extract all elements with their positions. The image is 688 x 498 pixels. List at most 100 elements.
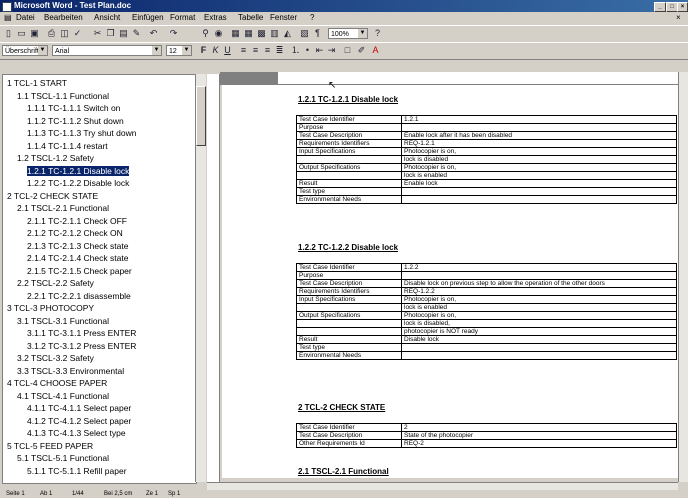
docmap-item[interactable]: 1.2.1 TC-1.2.1 Disable lock [27, 165, 130, 176]
table-cell-key[interactable]: Test Case Description [296, 431, 402, 440]
copy-icon[interactable]: ❐ [105, 28, 116, 39]
columns-icon[interactable]: ▥ [269, 28, 280, 39]
scroll-thumb[interactable] [196, 86, 206, 146]
table-cell-value[interactable]: Photocopier is on, [401, 163, 677, 172]
web-toolbar-icon[interactable]: ◉ [213, 28, 224, 39]
decrease-indent-icon[interactable]: ⇤ [314, 45, 325, 56]
docmap-item[interactable]: 2.1.5 TC-2.1.5 Check paper [27, 266, 132, 276]
docmap-item[interactable]: 2.2 TSCL-2.2 Safety [17, 278, 94, 288]
insert-excel-icon[interactable]: ▩ [256, 28, 267, 39]
menu-table[interactable]: Tabelle [238, 13, 263, 22]
border-icon[interactable]: □ [342, 45, 353, 56]
table-cell-value[interactable] [401, 343, 677, 352]
table-cell-value[interactable]: REQ-2 [401, 439, 677, 448]
docmap-item[interactable]: 2.2.1 TC-2.2.1 disassemble [27, 291, 131, 301]
align-center-icon[interactable]: ≡ [250, 45, 261, 56]
docmap-item[interactable]: 2.1.1 TC-2.1.1 Check OFF [27, 216, 127, 226]
table-cell-value[interactable]: Photocopier is on, [401, 295, 677, 304]
hyperlink-icon[interactable]: ⚲ [200, 28, 211, 39]
table-cell-key[interactable]: Result [296, 179, 402, 188]
insert-table-icon[interactable]: ▦ [243, 28, 254, 39]
menu-format[interactable]: Format [170, 13, 195, 22]
docmap-item[interactable]: 4.1.3 TC-4.1.3 Select type [27, 428, 126, 438]
menu-doc-icon[interactable]: ▤ [4, 13, 12, 22]
justify-icon[interactable]: ≣ [274, 45, 285, 56]
underline-icon[interactable]: U [222, 45, 233, 56]
spelling-icon[interactable]: ✓ [72, 28, 83, 39]
docmap-item[interactable]: 4.1 TSCL-4.1 Functional [17, 391, 109, 401]
style-select[interactable]: Überschrift ▼ [2, 45, 48, 56]
table-cell-value[interactable]: Enable lock after it has been disabled [401, 131, 677, 140]
vertical-ruler[interactable] [207, 74, 220, 482]
docmap-item[interactable]: 1.1.3 TC-1.1.3 Try shut down [27, 128, 136, 138]
docmap-item[interactable]: 5 TCL-5 FEED PAPER [7, 441, 93, 451]
table-cell-key[interactable]: Purpose [296, 123, 402, 132]
italic-icon[interactable]: K [210, 45, 221, 56]
menu-help[interactable]: ? [310, 13, 314, 22]
table-cell-key[interactable]: Requirements Identifiers [296, 139, 402, 148]
document-page[interactable]: 1.2.1 TC-1.2.1 Disable lock Test Case Id… [222, 85, 678, 478]
doc-close-icon[interactable]: × [676, 13, 681, 22]
docmap-item[interactable]: 4 TCL-4 CHOOSE PAPER [7, 378, 107, 388]
table-cell-value[interactable]: 1.2.2 [401, 263, 677, 272]
print-preview-icon[interactable]: ◫ [59, 28, 70, 39]
docmap-item[interactable]: 1.1.4 TC-1.1.4 restart [27, 141, 108, 151]
table-cell-key[interactable]: Test Case Identifier [296, 115, 402, 124]
save-icon[interactable]: ▣ [29, 28, 40, 39]
tables-icon[interactable]: ▦ [230, 28, 241, 39]
table-cell-key[interactable]: Test Case Identifier [296, 423, 402, 432]
docmap-item[interactable]: 3.3 TSCL-3.3 Environmental [17, 366, 124, 376]
table-cell-value[interactable]: REQ-1.2.2 [401, 287, 677, 296]
table-cell-key[interactable]: Result [296, 335, 402, 344]
table-cell-value[interactable]: Photocopier is on, [401, 147, 677, 156]
table-cell-value[interactable] [401, 195, 677, 204]
table-cell-key[interactable] [296, 327, 402, 336]
table-cell-value[interactable]: Disable lock [401, 335, 677, 344]
document-map-icon[interactable]: ▧ [299, 28, 310, 39]
table-cell-value[interactable]: lock is enabled [401, 171, 677, 180]
docmap-item[interactable]: 3 TCL-3 PHOTOCOPY [7, 303, 94, 313]
table-cell-key[interactable]: Output Specifications [296, 311, 402, 320]
menu-edit[interactable]: Bearbeiten [44, 13, 83, 22]
docmap-item[interactable]: 2.1.3 TC-2.1.3 Check state [27, 241, 128, 251]
help-icon[interactable]: ? [372, 28, 383, 39]
new-icon[interactable]: ▯ [3, 28, 14, 39]
horizontal-ruler[interactable] [220, 72, 682, 85]
table-cell-value[interactable]: State of the photocopier [401, 431, 677, 440]
table-cell-value[interactable]: photocopier is NOT ready [401, 327, 677, 336]
table-cell-value[interactable]: lock is enabled [401, 303, 677, 312]
undo-icon[interactable]: ↶ [148, 28, 159, 39]
menu-file[interactable]: Datei [16, 13, 35, 22]
docmap-item[interactable]: 2.1.2 TC-2.1.2 Check ON [27, 228, 123, 238]
close-button[interactable]: × [677, 2, 688, 12]
zoom-select[interactable]: 100% ▼ [328, 28, 368, 39]
table-cell-key[interactable]: Input Specifications [296, 147, 402, 156]
table-cell-key[interactable]: Test Case Description [296, 279, 402, 288]
table-cell-value[interactable]: 1.2.1 [401, 115, 677, 124]
table-cell-key[interactable] [296, 319, 402, 328]
table-cell-key[interactable]: Input Specifications [296, 295, 402, 304]
docmap-item[interactable]: 1.1 TSCL-1.1 Functional [17, 91, 109, 101]
docmap-item[interactable]: 1.1.1 TC-1.1.1 Switch on [27, 103, 120, 113]
show-hide-icon[interactable]: ¶ [312, 28, 323, 39]
align-right-icon[interactable]: ≡ [262, 45, 273, 56]
docmap-item[interactable]: 3.1 TSCL-3.1 Functional [17, 316, 109, 326]
docmap-item[interactable]: 1.2.2 TC-1.2.2 Disable lock [27, 178, 129, 188]
open-icon[interactable]: ▭ [16, 28, 27, 39]
font-select[interactable]: Arial ▼ [52, 45, 162, 56]
table-cell-key[interactable] [296, 171, 402, 180]
drawing-icon[interactable]: ◭ [282, 28, 293, 39]
increase-indent-icon[interactable]: ⇥ [326, 45, 337, 56]
menu-view[interactable]: Ansicht [94, 13, 120, 22]
table-cell-key[interactable] [296, 303, 402, 312]
vertical-scrollbar[interactable] [678, 72, 688, 482]
align-left-icon[interactable]: ≡ [238, 45, 249, 56]
numbering-icon[interactable]: ⒈ [290, 45, 301, 56]
table-cell-value[interactable]: lock is disabled [401, 155, 677, 164]
docmap-item[interactable]: 3.1.2 TC-3.1.2 Press ENTER [27, 341, 136, 351]
table-cell-value[interactable]: Disable lock on previous step to allow t… [401, 279, 677, 288]
table-cell-key[interactable] [296, 155, 402, 164]
docmap-item[interactable]: 5.1 TSCL-5.1 Functional [17, 453, 109, 463]
menu-insert[interactable]: Einfügen [132, 13, 164, 22]
paste-icon[interactable]: ▤ [118, 28, 129, 39]
